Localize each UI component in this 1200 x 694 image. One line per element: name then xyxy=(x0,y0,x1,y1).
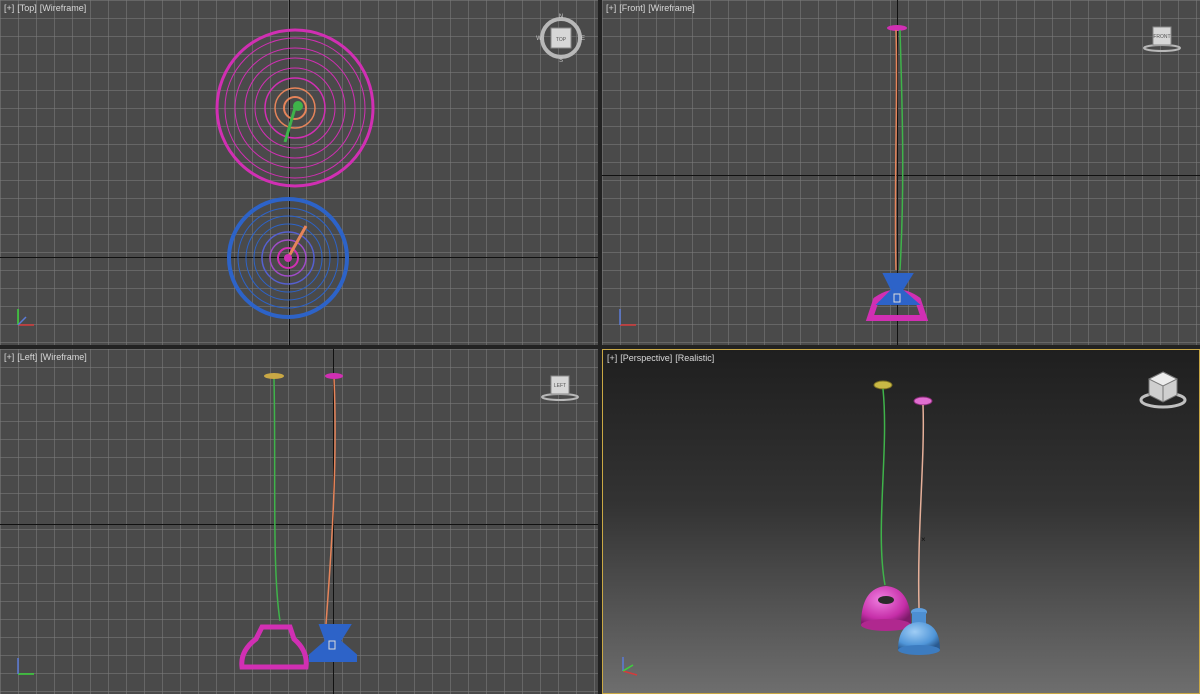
compass-w: W xyxy=(536,36,542,42)
pivot-marker: × xyxy=(921,535,926,544)
viewport-point-of-view[interactable]: [Top] xyxy=(17,3,37,13)
viewport-point-of-view[interactable]: [Left] xyxy=(17,352,37,362)
blue-lamp-top[interactable] xyxy=(227,197,349,319)
viewport-divider-horizontal[interactable] xyxy=(0,345,1200,349)
viewport-point-of-view[interactable]: [Perspective] xyxy=(620,353,672,363)
viewport-menu-plus[interactable]: [+] xyxy=(606,3,616,13)
compass-e: E xyxy=(581,36,585,42)
viewport-left[interactable]: LEFT [+] [Left] [Wireframe] xyxy=(0,349,598,694)
viewcube-label: TOP xyxy=(556,37,567,43)
viewport-shading-mode[interactable]: [Realistic] xyxy=(675,353,714,363)
viewport-top[interactable]: TOP N S E W [+] [Top] [Wireframe] xyxy=(0,0,598,345)
viewcube-label: FRONT xyxy=(1153,34,1170,40)
viewcube-icon[interactable] xyxy=(1137,368,1189,412)
viewport-menu-plus[interactable]: [+] xyxy=(4,3,14,13)
viewport-label-front[interactable]: [+] [Front] [Wireframe] xyxy=(606,3,698,13)
compass-icon[interactable]: TOP N S E W xyxy=(536,13,586,63)
axis-tripod-icon xyxy=(17,309,34,326)
perspective-scene: × xyxy=(861,380,940,655)
compass-n: N xyxy=(559,14,563,20)
compass-s: S xyxy=(559,58,563,63)
viewport-menu-plus[interactable]: [+] xyxy=(4,352,14,362)
viewport-perspective[interactable]: × [+] [Perspective] [Realistic] xyxy=(602,349,1200,694)
viewport-menu-plus[interactable]: [+] xyxy=(607,353,617,363)
pink-lamp-left[interactable] xyxy=(239,373,309,670)
left-scene xyxy=(239,373,357,670)
axis-tripod-icon xyxy=(17,658,34,675)
viewcube-icon[interactable]: LEFT xyxy=(538,373,582,403)
viewport-shading-mode[interactable]: [Wireframe] xyxy=(648,3,695,13)
pink-lamp-top[interactable] xyxy=(215,28,375,188)
blue-lamp-front[interactable] xyxy=(875,29,921,305)
viewport-front[interactable]: FRONT [+] [Front] [Wireframe] xyxy=(602,0,1200,345)
axis-tripod-icon xyxy=(622,657,638,676)
viewport-point-of-view[interactable]: [Front] xyxy=(619,3,645,13)
viewcube-label: LEFT xyxy=(554,383,566,389)
pink-lamp-perspective[interactable] xyxy=(861,380,911,631)
blue-lamp-left[interactable] xyxy=(309,373,357,662)
viewport-label-perspective[interactable]: [+] [Perspective] [Realistic] xyxy=(607,353,717,363)
viewport-label-top[interactable]: [+] [Top] [Wireframe] xyxy=(4,3,89,13)
viewport-shading-mode[interactable]: [Wireframe] xyxy=(40,3,87,13)
axis-tripod-icon xyxy=(619,309,636,326)
viewcube-icon[interactable]: FRONT xyxy=(1140,24,1184,54)
viewport-label-left[interactable]: [+] [Left] [Wireframe] xyxy=(4,352,90,362)
top-scene xyxy=(215,28,375,319)
viewport-shading-mode[interactable]: [Wireframe] xyxy=(40,352,87,362)
viewport-layout: TOP N S E W [+] [Top] [Wireframe] FRONT … xyxy=(0,0,1200,694)
front-scene xyxy=(865,25,929,321)
